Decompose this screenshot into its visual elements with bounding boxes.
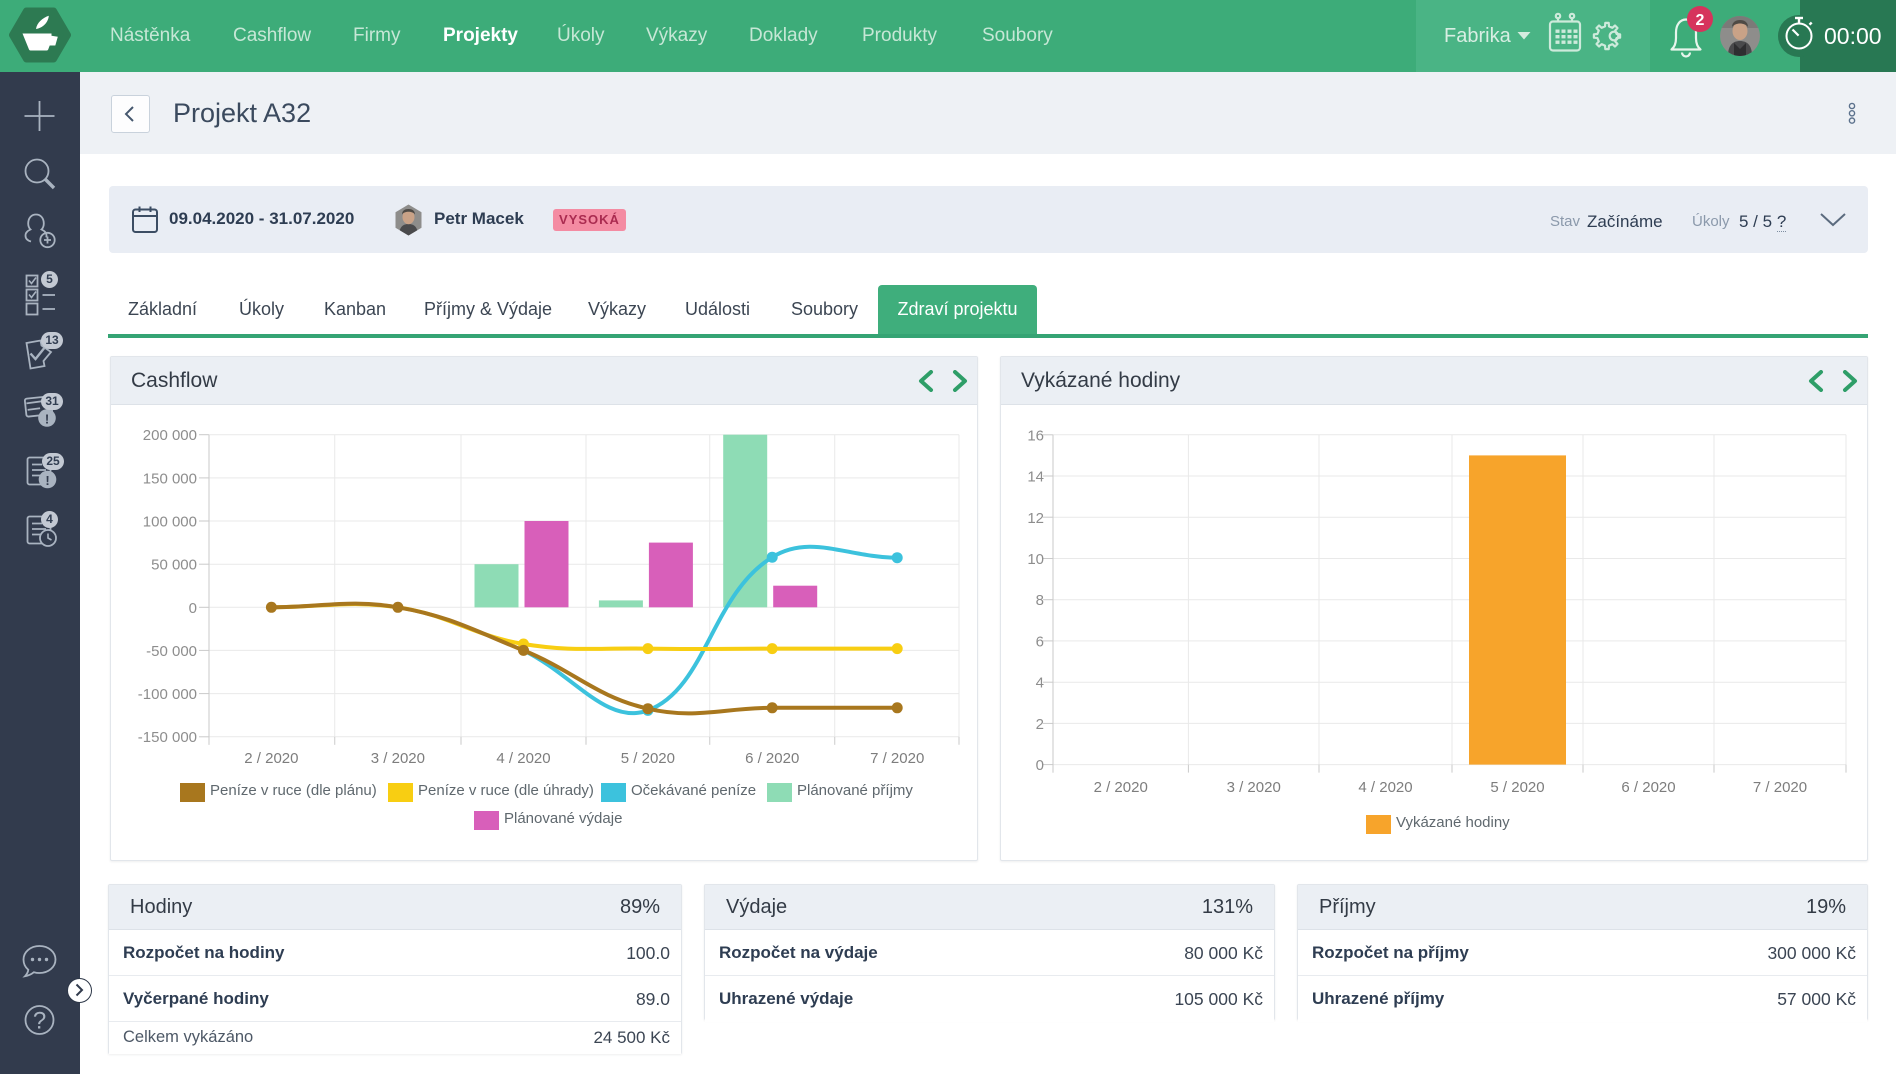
svg-text:2: 2: [1696, 12, 1705, 29]
svg-text:150 000: 150 000: [143, 470, 197, 487]
svg-text:-50 000: -50 000: [146, 643, 197, 660]
svg-text:2 / 2020: 2 / 2020: [1094, 779, 1148, 796]
svg-text:5 / 2020: 5 / 2020: [621, 750, 675, 767]
svg-text:7 / 2020: 7 / 2020: [870, 750, 924, 767]
svg-text:!: !: [45, 473, 49, 488]
svg-text:0: 0: [1036, 757, 1044, 774]
svg-text:200 000: 200 000: [143, 427, 197, 444]
svg-text:8: 8: [1036, 592, 1044, 609]
svg-text:4 / 2020: 4 / 2020: [496, 750, 550, 767]
svg-text:6 / 2020: 6 / 2020: [1621, 779, 1675, 796]
svg-text:14: 14: [1027, 469, 1044, 486]
svg-text:2 / 2020: 2 / 2020: [244, 750, 298, 767]
svg-text:5 / 2020: 5 / 2020: [1490, 779, 1544, 796]
svg-text:7 / 2020: 7 / 2020: [1753, 779, 1807, 796]
svg-text:100 000: 100 000: [143, 514, 197, 531]
svg-text:12: 12: [1027, 510, 1044, 527]
svg-text:6: 6: [1036, 633, 1044, 650]
svg-text:-150 000: -150 000: [138, 729, 197, 746]
svg-text:3 / 2020: 3 / 2020: [1227, 779, 1281, 796]
svg-text:0: 0: [189, 600, 197, 617]
svg-text:!: !: [45, 412, 49, 427]
svg-text:50 000: 50 000: [151, 557, 197, 574]
svg-text:6 / 2020: 6 / 2020: [745, 750, 799, 767]
svg-text:10: 10: [1027, 551, 1044, 568]
svg-text:2: 2: [1036, 716, 1044, 733]
svg-text:4 / 2020: 4 / 2020: [1358, 779, 1412, 796]
svg-text:4: 4: [1036, 675, 1044, 692]
svg-text:3 / 2020: 3 / 2020: [371, 750, 425, 767]
svg-text:16: 16: [1027, 427, 1044, 444]
svg-text:?: ?: [33, 1008, 46, 1035]
svg-text:-100 000: -100 000: [138, 686, 197, 703]
